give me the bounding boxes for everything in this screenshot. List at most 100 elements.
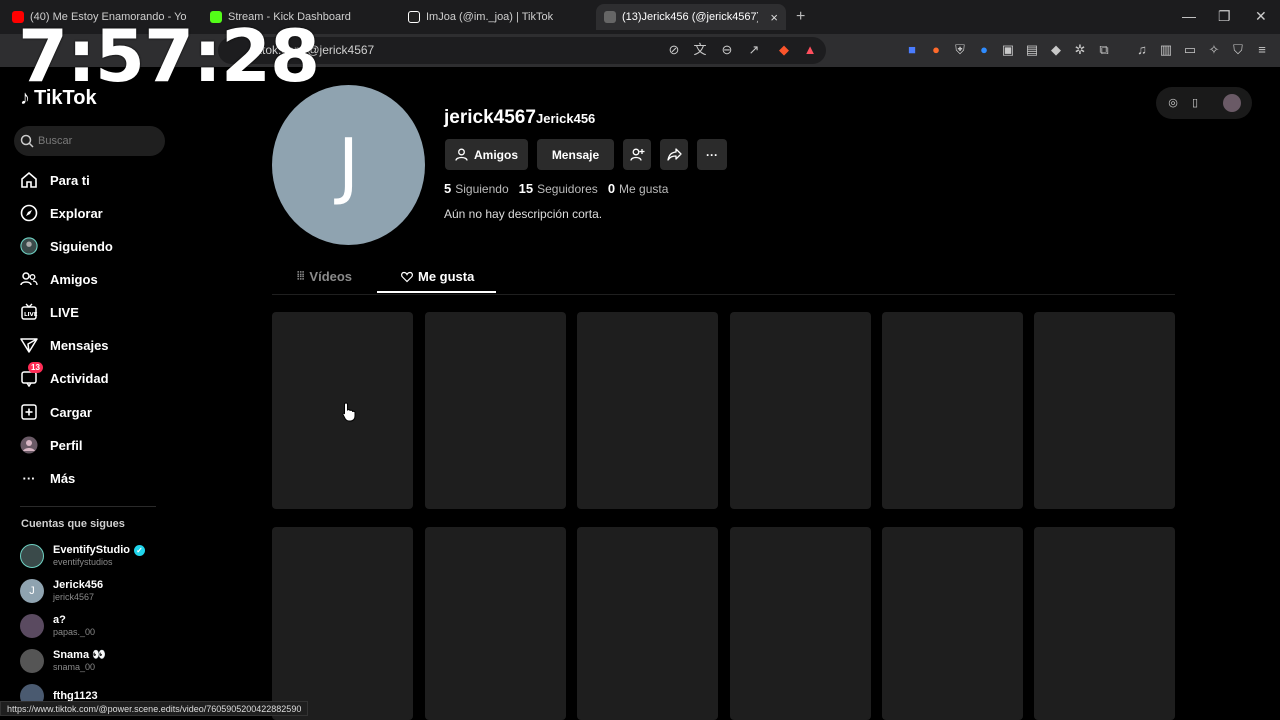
upload-icon bbox=[20, 403, 38, 421]
video-card-placeholder[interactable] bbox=[730, 527, 871, 720]
stat-following[interactable]: 5 Siguiendo bbox=[444, 181, 509, 196]
zoom-out-icon[interactable]: ⊖ bbox=[719, 42, 735, 58]
more-icon: ··· bbox=[22, 470, 36, 486]
translate-extension-icon[interactable]: ■ bbox=[904, 42, 920, 58]
browser-tab-tiktok-imjoa[interactable]: ImJoa (@im._joa) | TikTok bbox=[400, 4, 590, 30]
blue-extension-icon[interactable]: ● bbox=[976, 42, 992, 58]
video-card-placeholder[interactable] bbox=[577, 312, 718, 509]
new-tab-button[interactable]: + bbox=[796, 8, 805, 26]
share-profile-button[interactable] bbox=[660, 139, 688, 170]
nav-amigos[interactable]: Amigos bbox=[20, 267, 98, 291]
friends-icon bbox=[20, 270, 38, 288]
nav-cargar[interactable]: Cargar bbox=[20, 400, 92, 424]
nav-perfil[interactable]: Perfil bbox=[20, 433, 83, 457]
shield-extension-icon[interactable]: ⛨ bbox=[952, 42, 968, 58]
music-icon[interactable]: ♫ bbox=[1134, 42, 1150, 58]
nav-mas[interactable]: ··· Más bbox=[20, 466, 76, 490]
search-input[interactable] bbox=[38, 135, 158, 147]
wallet-icon[interactable]: ▭ bbox=[1182, 42, 1198, 58]
message-button[interactable]: Mensaje bbox=[537, 139, 614, 170]
profile-stats: 5 Siguiendo 15 Seguidores 0 Me gusta bbox=[444, 181, 668, 196]
stat-followers[interactable]: 15 Seguidores bbox=[519, 181, 598, 196]
video-card-placeholder[interactable] bbox=[272, 527, 413, 720]
brave-rewards-icon[interactable]: ▲ bbox=[802, 42, 818, 58]
video-card-placeholder[interactable] bbox=[730, 312, 871, 509]
friend-user-icon bbox=[455, 148, 468, 161]
activity-badge: 13 bbox=[28, 362, 43, 373]
hand-cursor-icon bbox=[342, 402, 356, 422]
video-card-placeholder[interactable] bbox=[425, 312, 566, 509]
following-account-jerick456[interactable]: J Jerick456 jerick4567 bbox=[20, 579, 103, 603]
overlay-clock: 7:57:28 bbox=[18, 14, 320, 98]
messages-icon bbox=[20, 336, 38, 354]
profile-display-name: Jerick456 bbox=[536, 111, 596, 126]
active-tab-indicator bbox=[377, 291, 496, 293]
search-box[interactable] bbox=[14, 126, 165, 156]
film-extension-icon[interactable]: ▤ bbox=[1024, 42, 1040, 58]
live-icon: LIVE bbox=[20, 303, 38, 321]
avatar bbox=[20, 614, 44, 638]
tab-likes[interactable]: Me gusta bbox=[401, 269, 474, 284]
user-avatar-icon[interactable] bbox=[1223, 94, 1241, 112]
avatar bbox=[20, 544, 44, 568]
leo-ai-icon[interactable]: ✧ bbox=[1206, 42, 1222, 58]
nav-live[interactable]: LIVE LIVE bbox=[20, 300, 79, 324]
profile-bio: Aún no hay descripción corta. bbox=[444, 207, 603, 221]
profile-username: jerick4567 bbox=[444, 107, 536, 128]
minimize-icon[interactable]: — bbox=[1182, 8, 1196, 24]
puzzle-extensions-icon[interactable]: ✲ bbox=[1072, 42, 1088, 58]
close-tab-icon[interactable]: × bbox=[764, 10, 778, 25]
following-account-eventifystudio[interactable]: EventifyStudio ✓ eventifystudios bbox=[20, 544, 146, 568]
suggested-accounts-button[interactable] bbox=[623, 139, 651, 170]
nav-explorar[interactable]: Explorar bbox=[20, 201, 103, 225]
brave-shield-icon[interactable]: ◆ bbox=[776, 42, 792, 58]
profile-avatar-icon bbox=[20, 436, 38, 454]
compass-icon bbox=[20, 204, 38, 222]
fire-extension-icon[interactable]: ● bbox=[928, 42, 944, 58]
window-close-icon[interactable]: ✕ bbox=[1255, 8, 1267, 25]
search-icon bbox=[20, 134, 34, 148]
nav-para-ti[interactable]: Para ti bbox=[20, 168, 90, 192]
tiktok-logo[interactable]: ♪ TikTok bbox=[20, 87, 97, 110]
coin-icon[interactable]: ◎ bbox=[1166, 96, 1180, 110]
sidebar-toggle-icon[interactable]: ▥ bbox=[1158, 42, 1174, 58]
video-card-placeholder[interactable] bbox=[882, 527, 1023, 720]
profile-avatar: J bbox=[272, 85, 425, 245]
video-card-placeholder[interactable] bbox=[1034, 527, 1175, 720]
link-status-bar: https://www.tiktok.com/@power.scene.edit… bbox=[0, 701, 309, 716]
stat-likes: 0 Me gusta bbox=[607, 181, 669, 196]
nav-siguiendo[interactable]: Siguiendo bbox=[20, 234, 113, 258]
avatar: J bbox=[20, 579, 44, 603]
browser-tab-tiktok-jerick[interactable]: (13)Jerick456 (@jerick4567) | TikT × bbox=[596, 4, 786, 30]
svg-text:LIVE: LIVE bbox=[24, 312, 38, 318]
following-avatar-icon bbox=[20, 237, 38, 255]
tiktok-icon bbox=[408, 11, 420, 23]
friends-button[interactable]: Amigos bbox=[445, 139, 528, 170]
tab-videos[interactable]: ⦙⦙⦙ Vídeos bbox=[297, 269, 352, 284]
verified-icon: ✓ bbox=[134, 545, 146, 556]
more-options-button[interactable]: ··· bbox=[697, 139, 727, 170]
menu-icon[interactable]: ≡ bbox=[1254, 42, 1270, 58]
phone-icon[interactable]: ▯ bbox=[1188, 96, 1202, 110]
more-dots-icon: ··· bbox=[706, 147, 718, 162]
following-account-snama[interactable]: Snama 👀 snama_00 bbox=[20, 649, 106, 673]
video-card-placeholder[interactable] bbox=[1034, 312, 1175, 509]
share-icon[interactable]: ↗ bbox=[746, 42, 762, 58]
tab-capture-icon[interactable]: ⧉ bbox=[1096, 42, 1112, 58]
heart-icon bbox=[401, 271, 413, 282]
diamond-extension-icon[interactable]: ◆ bbox=[1048, 42, 1064, 58]
translate-icon[interactable]: 文 bbox=[692, 42, 708, 58]
vpn-icon[interactable]: ⛉ bbox=[1230, 42, 1246, 58]
page-extension-icon[interactable]: ▣ bbox=[1000, 42, 1016, 58]
video-card-placeholder[interactable] bbox=[577, 527, 718, 720]
nav-mensajes[interactable]: Mensajes bbox=[20, 333, 109, 357]
no-track-icon[interactable]: ⊘ bbox=[666, 42, 682, 58]
following-title: Cuentas que sigues bbox=[21, 518, 125, 530]
restore-icon[interactable]: ❐ bbox=[1218, 8, 1231, 25]
video-card-placeholder[interactable] bbox=[882, 312, 1023, 509]
following-account-a[interactable]: a? papas._00 bbox=[20, 614, 95, 638]
video-card-placeholder[interactable] bbox=[425, 527, 566, 720]
nav-actividad[interactable]: 13 Actividad bbox=[20, 362, 109, 390]
grid-icon: ⦙⦙⦙ bbox=[297, 270, 305, 282]
tiktok-loading-icon bbox=[604, 11, 616, 23]
